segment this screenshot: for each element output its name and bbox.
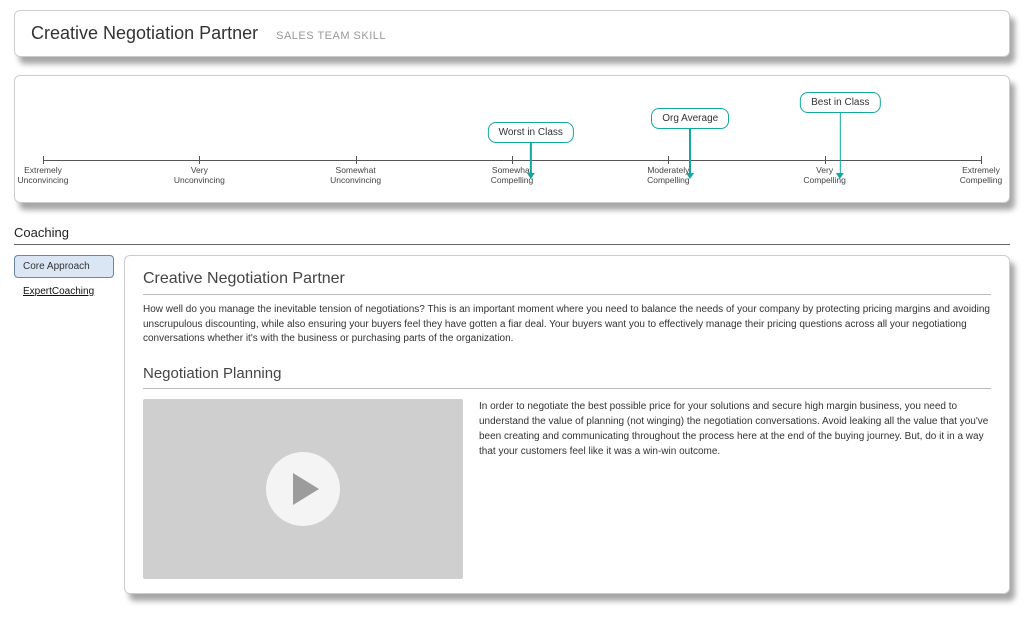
scale-marker-stem <box>530 143 532 173</box>
scale-marker: Best in Class <box>800 92 880 179</box>
scale-marker-label: Best in Class <box>800 92 880 113</box>
scale-marker: Worst in Class <box>488 122 574 179</box>
scale-tick <box>356 156 357 164</box>
scale-marker-label: Worst in Class <box>488 122 574 143</box>
play-icon <box>293 473 319 505</box>
chevron-down-icon <box>836 173 844 179</box>
scale-marker: Org Average <box>651 108 729 179</box>
scale-tick-label: ExtremelyUnconvincing <box>0 166 88 186</box>
tab-expert-coaching[interactable]: ExpertCoaching <box>14 280 114 303</box>
scale-tick-label: SomewhatUnconvincing <box>311 166 401 186</box>
tab-core-approach[interactable]: Core Approach <box>14 255 114 278</box>
section-title: Negotiation Planning <box>143 365 991 389</box>
scale-area: ExtremelyUnconvincingVeryUnconvincingSom… <box>43 88 981 188</box>
content-description: How well do you manage the inevitable te… <box>143 303 991 347</box>
media-row: In order to negotiate the best possible … <box>143 399 991 579</box>
tab-list: Core Approach ExpertCoaching <box>14 255 114 303</box>
scale-tick-label: VeryUnconvincing <box>154 166 244 186</box>
section-description: In order to negotiate the best possible … <box>479 399 991 459</box>
page-title: Creative Negotiation Partner <box>31 23 258 44</box>
scale-tick <box>43 156 44 164</box>
video-thumbnail[interactable] <box>143 399 463 579</box>
scale-marker-label: Org Average <box>651 108 729 129</box>
scale-marker-stem <box>689 129 691 173</box>
scale-tick <box>199 156 200 164</box>
coaching-heading: Coaching <box>14 225 1010 245</box>
chevron-down-icon <box>527 173 535 179</box>
scale-marker-stem <box>840 113 842 173</box>
header-card: Creative Negotiation Partner SALES TEAM … <box>14 10 1010 57</box>
coaching-section: Coaching Core Approach ExpertCoaching Cr… <box>14 225 1010 594</box>
content-card: Creative Negotiation Partner How well do… <box>124 255 1010 594</box>
chevron-down-icon <box>686 173 694 179</box>
play-button[interactable] <box>266 452 340 526</box>
page-subtitle: SALES TEAM SKILL <box>276 30 386 42</box>
scale-tick <box>981 156 982 164</box>
content-title: Creative Negotiation Partner <box>143 270 991 295</box>
scale-card: ExtremelyUnconvincingVeryUnconvincingSom… <box>14 75 1010 203</box>
scale-tick-label: ExtremelyCompelling <box>936 166 1024 186</box>
